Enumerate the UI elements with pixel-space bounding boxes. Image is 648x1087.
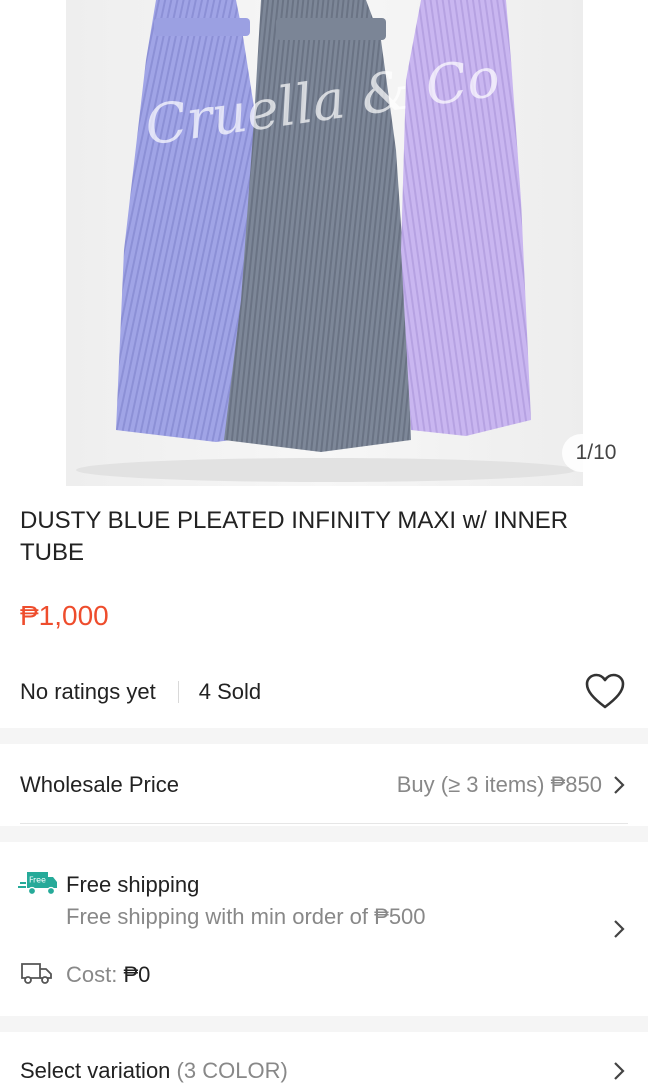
ratings-text: No ratings yet <box>20 679 156 704</box>
variation-label: Select variation <box>20 1058 171 1083</box>
wholesale-label: Wholesale Price <box>20 772 179 797</box>
section-gap <box>0 826 648 842</box>
product-photo[interactable]: Cruella & Co <box>66 0 583 486</box>
cost-label: Cost: <box>66 962 124 987</box>
heart-icon[interactable] <box>583 671 627 711</box>
free-shipping-icon: Free <box>18 870 58 896</box>
chevron-right-icon[interactable] <box>612 774 626 801</box>
cost-value: ₱0 <box>123 962 151 987</box>
divider <box>20 823 628 824</box>
section-gap <box>0 1016 648 1032</box>
section-gap <box>0 728 648 744</box>
sold-count: 4 Sold <box>198 679 262 704</box>
separator <box>177 681 179 703</box>
image-counter: 1/10 <box>562 434 630 472</box>
free-badge-text: Free <box>29 876 46 885</box>
product-image-gallery[interactable]: Cruella & Co 1/10 <box>0 0 648 490</box>
shipping-title: Free shipping <box>66 872 200 897</box>
product-title: DUSTY BLUE PLEATED INFINITY MAXI w/ INNE… <box>20 507 569 566</box>
variation-row-text: Select variation (3 COLOR) <box>20 1058 288 1084</box>
chevron-right-icon[interactable] <box>612 1060 626 1087</box>
shipping-cost: Cost: ₱0 <box>66 962 150 988</box>
wholesale-value: Buy (≥ 3 items) ₱850 <box>396 772 602 797</box>
product-price: ₱1,000 <box>20 600 109 631</box>
chevron-right-icon[interactable] <box>612 918 626 945</box>
shipping-subtitle: Free shipping with min order of ₱500 <box>66 904 426 929</box>
rating-row: No ratings yet 4 Sold <box>20 675 628 709</box>
truck-icon <box>20 960 54 986</box>
variation-extra: (3 COLOR) <box>176 1058 288 1083</box>
